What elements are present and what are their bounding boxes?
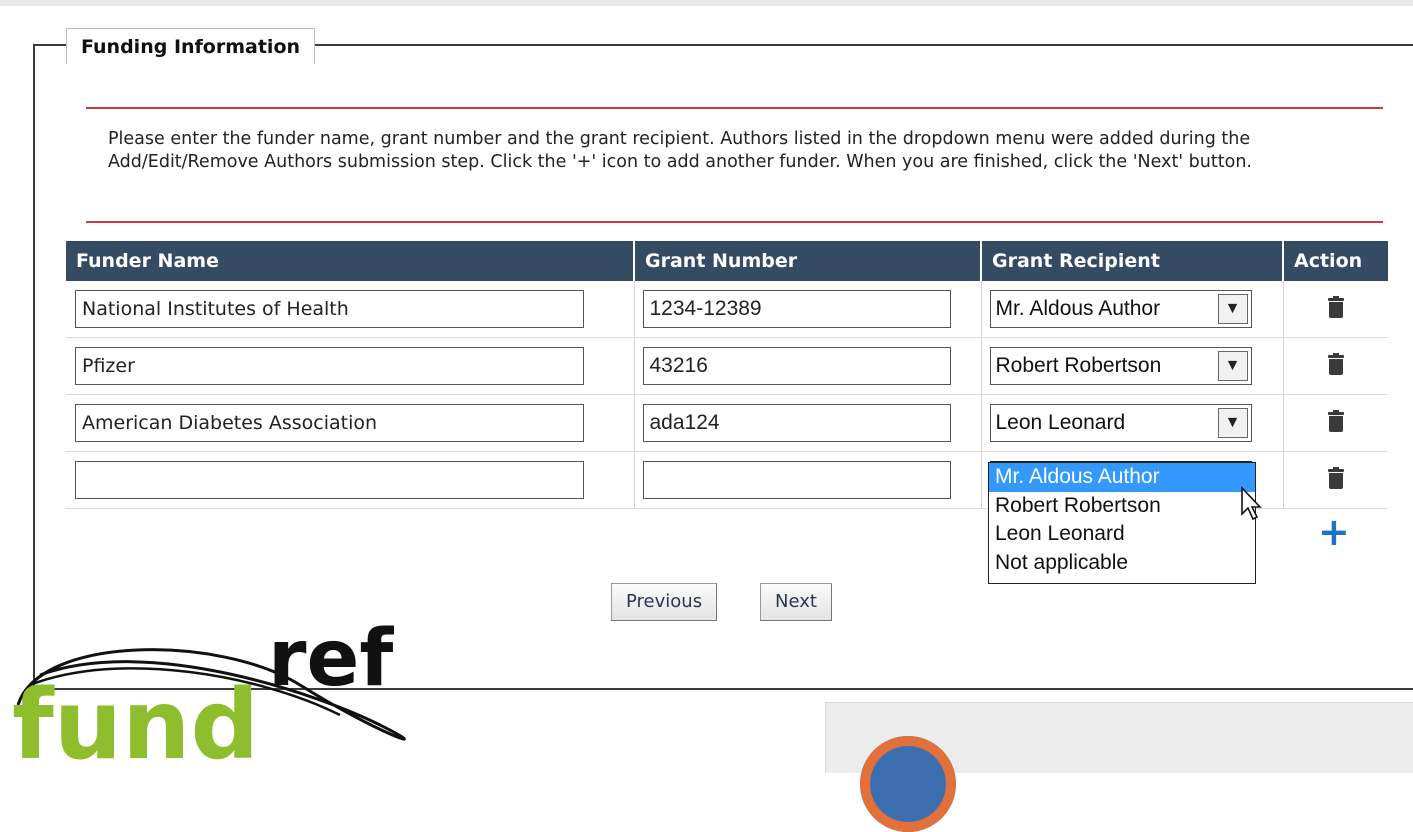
dropdown-option[interactable]: Leon Leonard	[989, 520, 1255, 549]
grant-number-input[interactable]	[642, 347, 951, 385]
funder-name-input[interactable]	[75, 461, 584, 499]
funder-name-input[interactable]	[75, 347, 584, 385]
plus-icon[interactable]: +	[1318, 512, 1350, 552]
dropdown-option[interactable]: Robert Robertson	[989, 492, 1255, 521]
trash-icon[interactable]	[1327, 296, 1344, 318]
grant-recipient-value: Robert Robertson	[995, 354, 1162, 377]
dropdown-option[interactable]: Mr. Aldous Author	[989, 463, 1255, 492]
grant-recipient-select[interactable]: Leon Leonard ▼	[989, 404, 1252, 442]
funder-name-input[interactable]	[75, 290, 584, 328]
instructions-text: Please enter the funder name, grant numb…	[108, 129, 1252, 172]
grant-number-input[interactable]	[642, 290, 951, 328]
mouse-pointer-icon	[1241, 486, 1262, 521]
next-button[interactable]: Next	[760, 583, 832, 621]
chevron-down-icon[interactable]: ▼	[1217, 408, 1248, 438]
logo-fund-text: fund	[12, 669, 259, 760]
funder-name-input[interactable]	[75, 404, 584, 442]
table-header-row: Funder Name Grant Number Grant Recipient…	[66, 241, 1388, 281]
recipient-dropdown-list: Mr. Aldous Author Robert Robertson Leon …	[988, 462, 1256, 584]
trash-icon[interactable]	[1327, 353, 1344, 375]
grant-recipient-value: Mr. Aldous Author	[995, 297, 1161, 320]
trash-icon[interactable]	[1327, 410, 1344, 432]
grant-recipient-value: Leon Leonard	[995, 411, 1126, 434]
chevron-down-icon[interactable]: ▼	[1217, 351, 1248, 381]
grant-number-input[interactable]	[642, 461, 951, 499]
table-row: Leon Leonard ▼	[66, 394, 1388, 452]
rule-top	[86, 107, 1383, 109]
table-row: Mr. Aldous Author ▼	[66, 281, 1388, 338]
funding-legend: Funding Information	[66, 28, 316, 64]
header-grant-recipient: Grant Recipient	[981, 241, 1284, 281]
grant-recipient-select[interactable]: Mr. Aldous Author ▼	[989, 290, 1252, 328]
header-funder-name: Funder Name	[66, 241, 635, 281]
circular-logo	[860, 736, 956, 832]
top-strip	[0, 0, 1413, 6]
chevron-down-icon[interactable]: ▼	[1217, 294, 1248, 324]
table-row: Robert Robertson ▼	[66, 337, 1388, 395]
rule-bottom	[86, 221, 1383, 223]
trash-icon[interactable]	[1327, 467, 1344, 489]
grant-recipient-select[interactable]: Robert Robertson ▼	[989, 347, 1252, 385]
fundref-logo: ref fund	[12, 615, 406, 760]
previous-button[interactable]: Previous	[611, 583, 718, 621]
grant-number-input[interactable]	[642, 404, 951, 442]
logo-ref-text: ref	[268, 615, 394, 704]
dropdown-option[interactable]: Not applicable	[989, 549, 1255, 578]
header-grant-number: Grant Number	[634, 241, 982, 281]
header-action: Action	[1283, 241, 1388, 281]
